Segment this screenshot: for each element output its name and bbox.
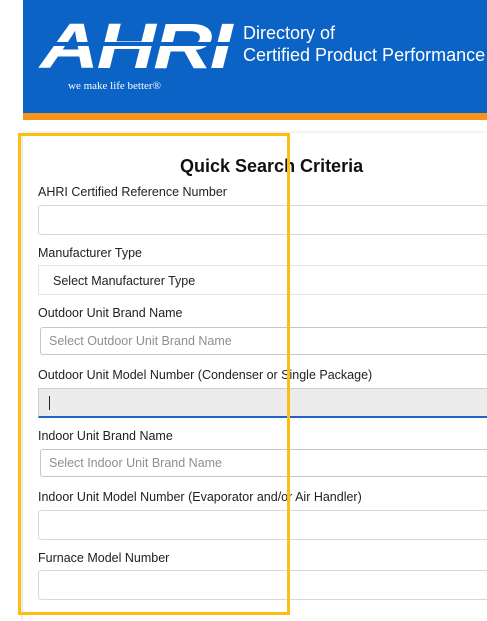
reference-number-input[interactable] — [38, 205, 487, 235]
indoor-model-input[interactable] — [38, 510, 487, 540]
furnace-model-input[interactable] — [38, 570, 487, 600]
logo-stripe — [35, 42, 235, 46]
reference-number-label: AHRI Certified Reference Number — [38, 185, 227, 199]
outdoor-model-input[interactable] — [38, 388, 487, 418]
directory-title-line2: Certified Product Performance — [243, 45, 486, 65]
directory-title: Directory of Certified Product Performan… — [243, 22, 485, 66]
manufacturer-type-selected: Select Manufacturer Type — [53, 274, 196, 288]
indoor-brand-input[interactable] — [40, 449, 487, 477]
directory-title-line1: Directory of — [243, 23, 336, 43]
indoor-model-label: Indoor Unit Model Number (Evaporator and… — [38, 490, 362, 504]
furnace-model-label: Furnace Model Number — [38, 551, 170, 565]
outdoor-brand-input[interactable] — [40, 327, 487, 355]
quick-search-title: Quick Search Criteria — [180, 156, 364, 176]
indoor-brand-label: Indoor Unit Brand Name — [38, 429, 173, 443]
manufacturer-type-label: Manufacturer Type — [38, 246, 142, 260]
site-header: AHRI we make life better® Directory of C… — [23, 0, 487, 113]
outdoor-brand-label: Outdoor Unit Brand Name — [38, 306, 183, 320]
manufacturer-type-select[interactable]: Select Manufacturer Type — [38, 265, 487, 295]
logo-tagline: we make life better® — [68, 80, 161, 92]
text-cursor — [49, 396, 50, 410]
ahri-logo[interactable]: AHRI — [35, 12, 235, 78]
outdoor-model-label: Outdoor Unit Model Number (Condenser or … — [38, 368, 373, 382]
header-accent-bar — [23, 113, 487, 120]
